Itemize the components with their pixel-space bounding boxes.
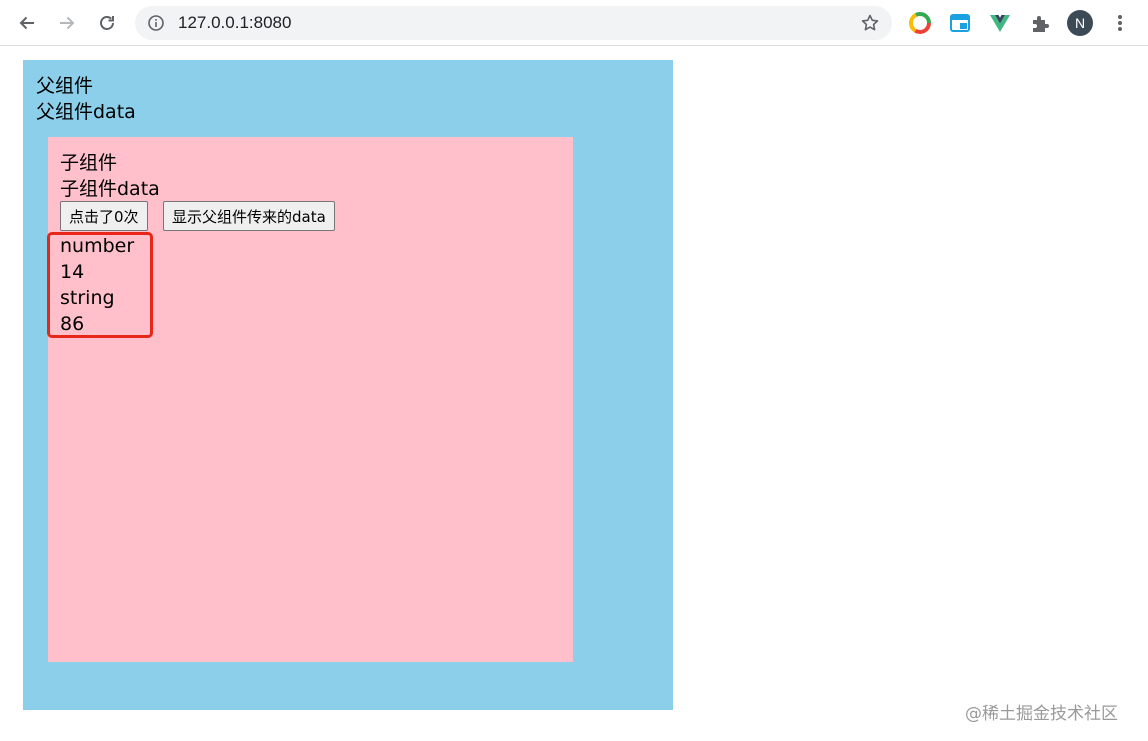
extension-chrome-icon[interactable]: [909, 12, 931, 34]
show-parent-data-button[interactable]: 显示父组件传来的data: [163, 201, 335, 231]
forward-button[interactable]: [51, 7, 83, 39]
arrow-right-icon: [60, 16, 75, 30]
child-title: 子组件: [60, 152, 118, 174]
parent-data-label: 父组件data: [36, 101, 136, 123]
menu-icon[interactable]: [1110, 12, 1130, 34]
profile-avatar[interactable]: N: [1067, 10, 1093, 36]
highlight-annotation-box: [47, 232, 153, 338]
back-button[interactable]: [11, 7, 43, 39]
url-text[interactable]: 127.0.0.1:8080: [178, 13, 291, 33]
info-icon[interactable]: [147, 14, 165, 32]
click-count-button[interactable]: 点击了0次: [60, 201, 148, 231]
bookmark-star-icon[interactable]: [860, 13, 880, 33]
extension-vue-icon[interactable]: [989, 12, 1011, 34]
extensions-puzzle-icon[interactable]: [1029, 12, 1051, 34]
parent-title: 父组件: [36, 75, 94, 97]
extension-window-icon[interactable]: [949, 12, 971, 34]
reload-icon: [100, 16, 114, 30]
arrow-left-icon: [19, 16, 34, 30]
reload-button[interactable]: [91, 7, 123, 39]
child-data-label: 子组件data: [60, 178, 160, 200]
browser-toolbar: 127.0.0.1:8080 N: [0, 0, 1148, 46]
watermark: @稀土掘金技术社区: [965, 704, 1118, 724]
address-bar[interactable]: 127.0.0.1:8080: [135, 6, 892, 40]
